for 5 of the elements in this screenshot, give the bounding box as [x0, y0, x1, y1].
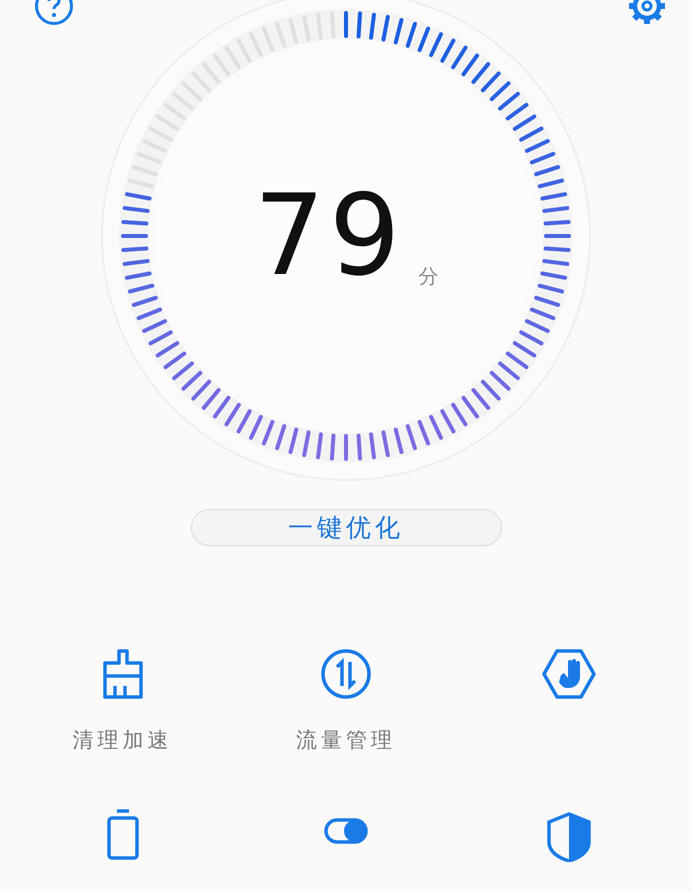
tool-label[interactable]: 清理加速: [72, 726, 173, 754]
tool-label[interactable]: 流量管理: [296, 726, 396, 754]
score-unit: 分: [418, 262, 438, 290]
score-value: 79: [254, 180, 404, 292]
optimize-button[interactable]: 一键优化: [190, 509, 502, 546]
